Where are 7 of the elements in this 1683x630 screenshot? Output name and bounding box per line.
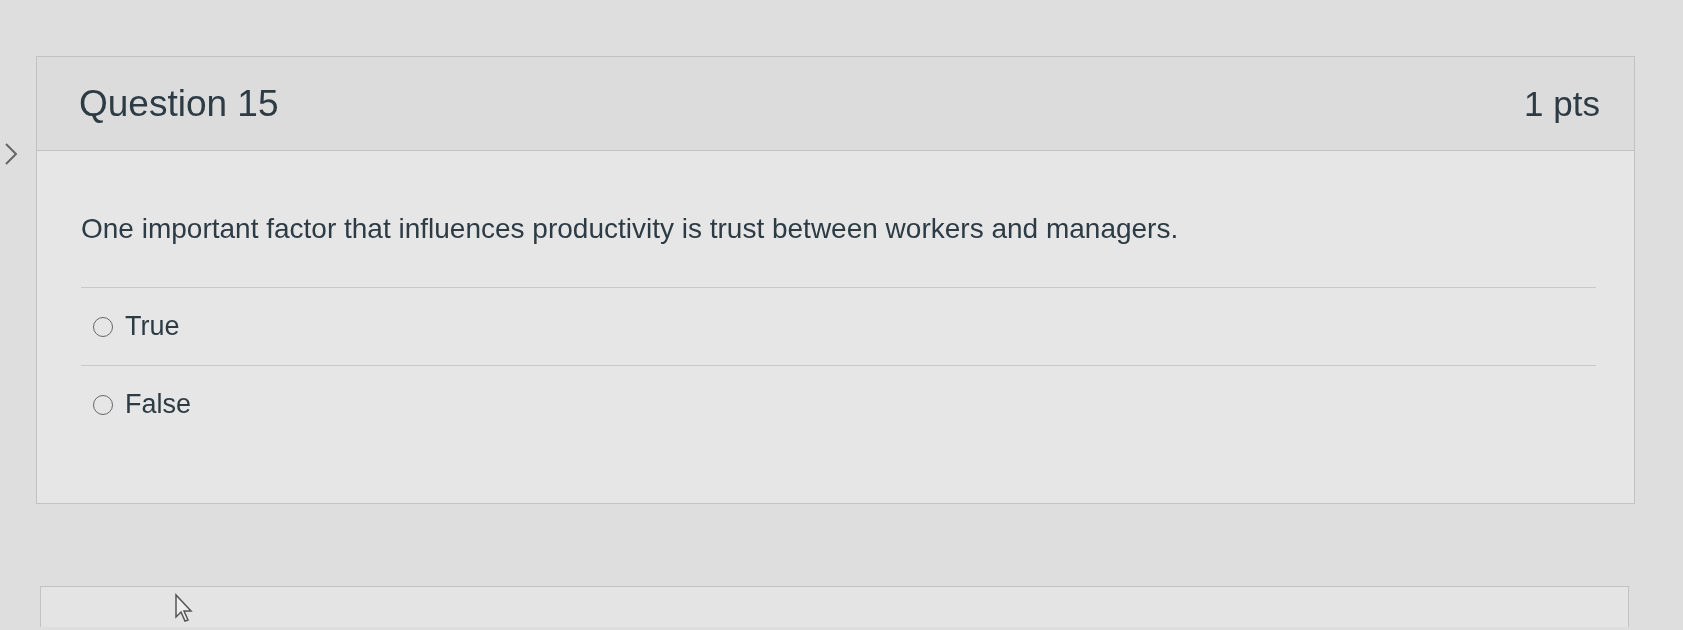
question-text: One important factor that influences productivity is trust between workers and managers. — [81, 213, 1180, 245]
cursor-icon — [174, 593, 194, 623]
answer-label[interactable]: False — [125, 389, 192, 420]
chevron-icon[interactable] — [4, 142, 18, 166]
points-label: 1 pts — [1524, 83, 1600, 124]
answer-label[interactable]: True — [125, 311, 180, 342]
question-title: Question 15 — [79, 82, 279, 125]
